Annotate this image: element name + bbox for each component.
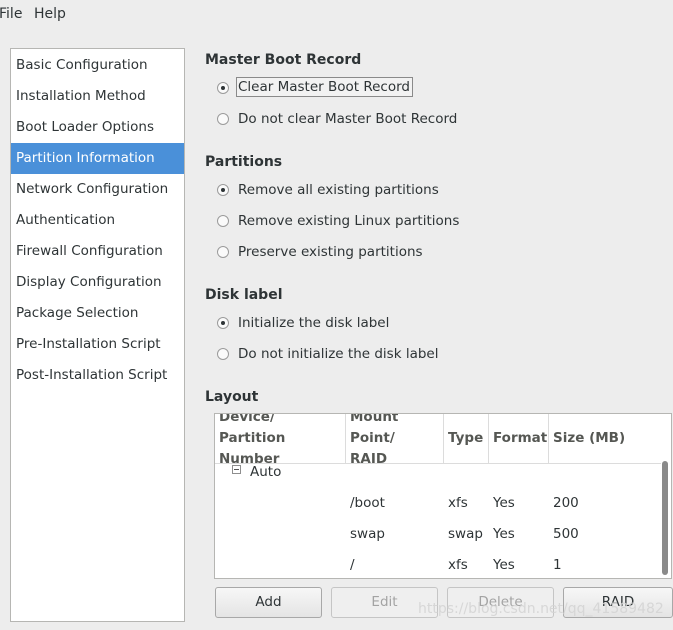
column-header-mount-line2: RAID [350,451,388,467]
row-mount: swap [350,526,385,542]
row-type: swap [448,526,483,542]
column-header-format[interactable]: Format [489,414,549,464]
layout-section-title: Layout [205,389,259,405]
sidebar-item-network-configuration[interactable]: Network Configuration [11,174,184,205]
row-size: 200 [553,495,579,511]
sidebar-item-pre-installation-script[interactable]: Pre-Installation Script [11,329,184,360]
collapse-icon[interactable] [232,465,241,474]
partitions-remove-linux-label[interactable]: Remove existing Linux partitions [238,213,459,229]
column-header-type-label: Type [448,430,484,446]
sidebar-item-installation-method[interactable]: Installation Method [11,81,184,112]
scrollbar-thumb[interactable] [662,461,668,575]
row-size: 500 [553,526,579,542]
sidebar-item-firewall-configuration[interactable]: Firewall Configuration [11,236,184,267]
sidebar-item-authentication[interactable]: Authentication [11,205,184,236]
sidebar-item-boot-loader-options[interactable]: Boot Loader Options [11,112,184,143]
disklabel-section-title: Disk label [205,287,283,303]
row-type: xfs [448,495,468,511]
add-button[interactable]: Add [215,587,322,618]
menu-bar: File Help [0,0,673,32]
row-mount: /boot [350,495,385,511]
column-header-type[interactable]: Type [444,414,489,464]
radio-checked-icon[interactable] [217,184,229,196]
sidebar: Basic Configuration Installation Method … [10,48,185,622]
radio-unchecked-icon[interactable] [217,246,229,258]
column-header-size[interactable]: Size (MB) [549,414,661,464]
radio-checked-icon[interactable] [217,82,229,94]
menu-help[interactable]: Help [34,6,66,22]
sidebar-item-display-configuration[interactable]: Display Configuration [11,267,184,298]
sidebar-item-post-installation-script[interactable]: Post-Installation Script [11,360,184,391]
column-header-mount-point[interactable]: Mount Point/ RAID [346,413,444,467]
column-header-mount-line1: Mount Point/ [350,413,399,446]
column-header-device-line2: Partition Number [219,430,286,467]
row-size: 1 [553,557,562,573]
mbr-clear-label[interactable]: Clear Master Boot Record [236,77,413,97]
column-header-device[interactable]: Device/ Partition Number [215,413,346,467]
partitions-preserve-label[interactable]: Preserve existing partitions [238,244,423,260]
mbr-do-not-clear-label[interactable]: Do not clear Master Boot Record [238,111,457,127]
sidebar-item-basic-configuration[interactable]: Basic Configuration [11,50,184,81]
row-mount: / [350,557,355,573]
vertical-scrollbar[interactable] [661,459,669,577]
menu-file[interactable]: File [0,6,22,22]
disklabel-do-not-initialize-label[interactable]: Do not initialize the disk label [238,346,438,362]
partitions-remove-all-label[interactable]: Remove all existing partitions [238,182,439,198]
disklabel-initialize-label[interactable]: Initialize the disk label [238,315,389,331]
radio-unchecked-icon[interactable] [217,113,229,125]
row-format: Yes [493,557,515,573]
radio-checked-icon[interactable] [217,317,229,329]
radio-unchecked-icon[interactable] [217,215,229,227]
watermark-text: https://blog.csdn.net/qq_41589482 [418,601,664,617]
row-format: Yes [493,495,515,511]
row-type: xfs [448,557,468,573]
radio-unchecked-icon[interactable] [217,348,229,360]
row-format: Yes [493,526,515,542]
partition-table[interactable]: Device/ Partition Number Mount Point/ RA… [214,413,672,579]
column-header-format-label: Format [493,430,548,446]
sidebar-item-partition-information[interactable]: Partition Information [11,143,184,174]
tree-group-auto[interactable]: Auto [250,464,281,480]
partitions-section-title: Partitions [205,154,283,170]
column-header-device-line1: Device/ [219,413,275,425]
mbr-section-title: Master Boot Record [205,52,362,68]
column-header-size-label: Size (MB) [553,430,626,446]
sidebar-item-package-selection[interactable]: Package Selection [11,298,184,329]
